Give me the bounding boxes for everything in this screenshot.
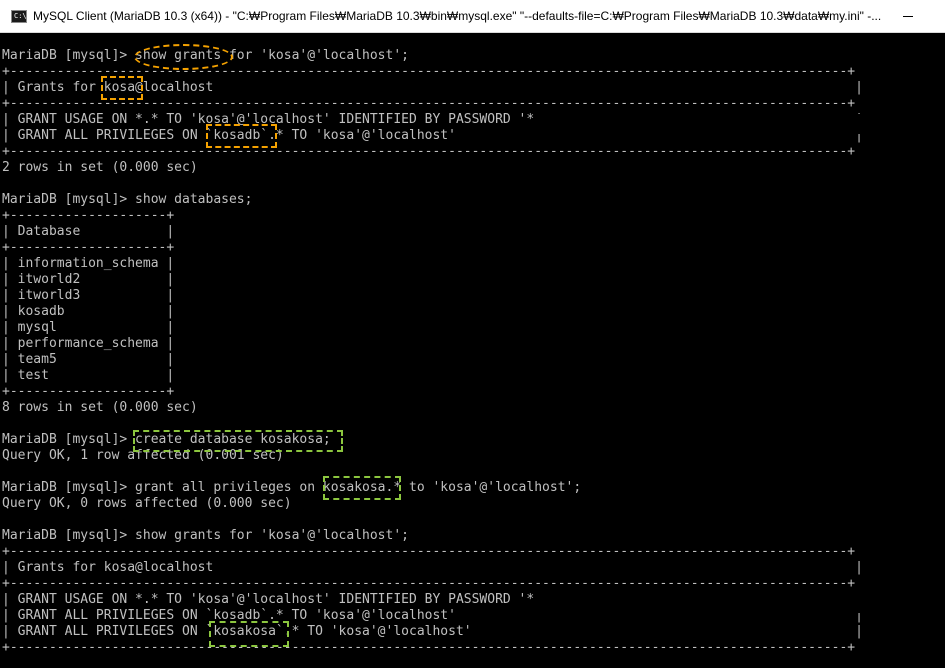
table-header-line: | Database | — [2, 224, 175, 239]
table-header-line: | Grants for kosa@localhost | — [2, 560, 863, 575]
table-border-line: +---------------------------------------… — [2, 640, 856, 655]
window-title: MySQL Client (MariaDB 10.3 (x64)) - "C:₩… — [33, 9, 882, 23]
table-row-line: | performance_schema | — [2, 336, 175, 351]
table-border-line: +--------------------+ — [2, 208, 175, 223]
console-app-icon-label: C:\ — [14, 12, 27, 20]
table-border-line: +---------------------------------------… — [2, 576, 856, 591]
table-header-line: | Grants for kosa@localhost | — [2, 80, 863, 95]
table-border-line: +---------------------------------------… — [2, 544, 856, 559]
table-row-line: | information_schema | — [2, 256, 175, 271]
table-border-line: +--------------------+ — [2, 384, 175, 399]
table-row-line: | GRANT ALL PRIVILEGES ON `kosakosa`.* T… — [2, 624, 863, 639]
table-border-line: +---------------------------------------… — [2, 64, 856, 79]
terminal-line: MariaDB [mysql]> show databases; — [2, 192, 253, 207]
console-app-icon[interactable]: C:\ — [11, 10, 27, 23]
table-row-line: | itworld2 | — [2, 272, 175, 287]
terminal-line: MariaDB [mysql]> grant all privileges on… — [2, 480, 582, 495]
redacted-password-block — [544, 593, 874, 613]
table-row-line: | test | — [2, 368, 175, 383]
title-bar[interactable]: C:\ MySQL Client (MariaDB 10.3 (x64)) - … — [0, 0, 945, 33]
table-row-line: | itworld3 | — [2, 288, 175, 303]
result-summary-line: Query OK, 1 row affected (0.001 sec) — [2, 448, 284, 463]
terminal-line: MariaDB [mysql]> show grants for 'kosa'@… — [2, 48, 409, 63]
result-summary-line: Query OK, 0 rows affected (0.000 sec) — [2, 496, 292, 511]
table-row-line: | mysql | — [2, 320, 175, 335]
table-row-line: | team5 | — [2, 352, 175, 367]
console-window: C:\ MySQL Client (MariaDB 10.3 (x64)) - … — [0, 0, 945, 668]
table-border-line: +---------------------------------------… — [2, 96, 856, 111]
terminal-text: MariaDB [mysql]> show grants for 'kosa'@… — [2, 48, 863, 656]
result-summary-line: 2 rows in set (0.000 sec) — [2, 160, 198, 175]
result-summary-line: 8 rows in set (0.000 sec) — [2, 400, 198, 415]
table-border-line: +--------------------+ — [2, 240, 175, 255]
table-border-line: +---------------------------------------… — [2, 144, 856, 159]
terminal-line: MariaDB [mysql]> show grants for 'kosa'@… — [2, 528, 409, 543]
minimize-icon[interactable] — [896, 6, 920, 26]
redacted-password-block — [544, 114, 874, 134]
terminal-line: MariaDB [mysql]> create database kosakos… — [2, 432, 331, 447]
table-row-line: | kosadb | — [2, 304, 175, 319]
